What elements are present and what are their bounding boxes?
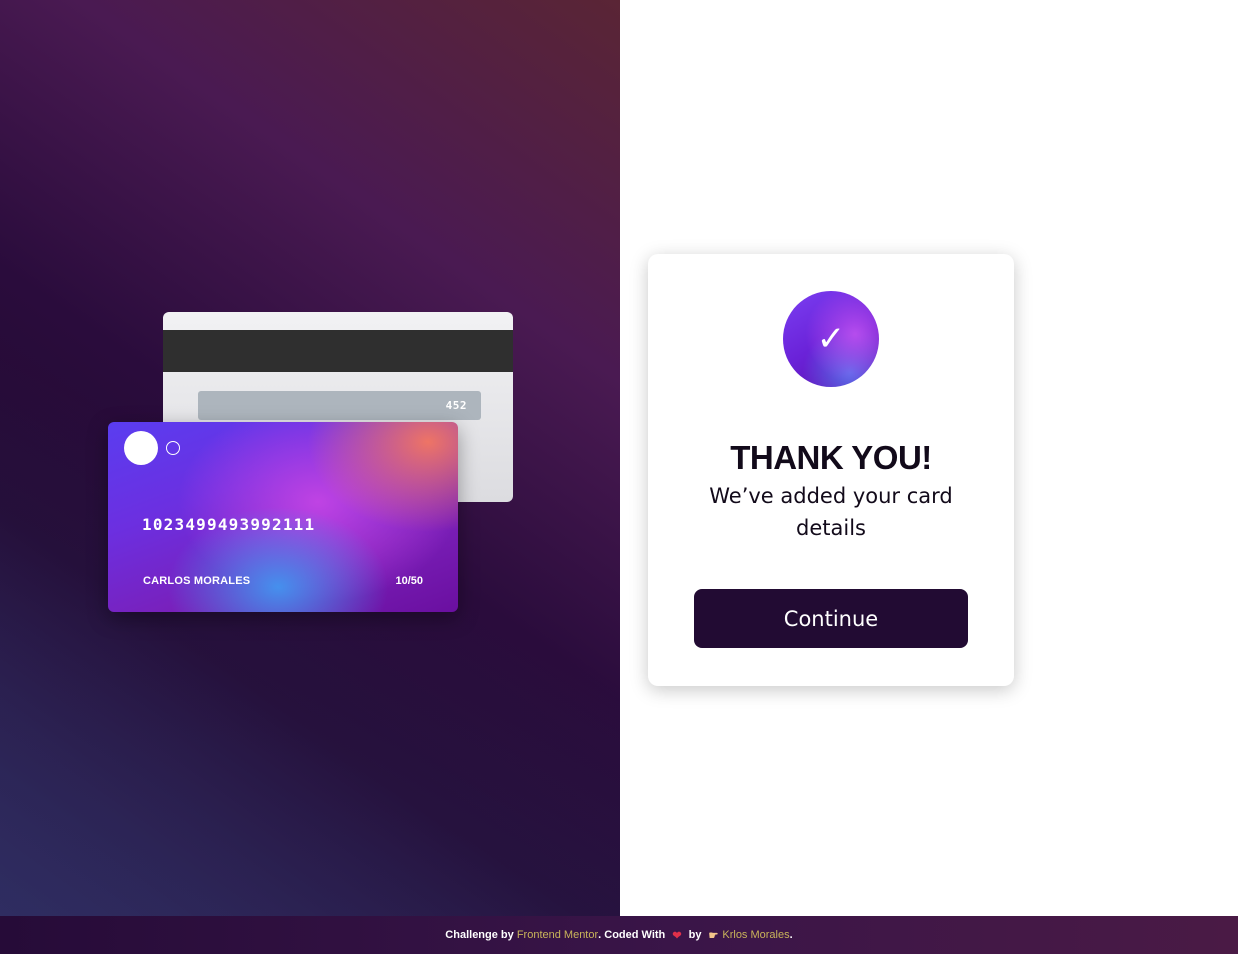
cardholder-name: CARLOS MORALES — [143, 575, 251, 587]
footer-challenge-text: Challenge by — [445, 929, 517, 941]
attribution-footer: Challenge by Frontend Mentor . Coded Wit… — [0, 916, 1238, 954]
thank-you-dialog: ✓ THANK YOU! We’ve added your card detai… — [648, 254, 1014, 686]
card-front: 1023499493992111 CARLOS MORALES 10/50 — [108, 422, 458, 612]
success-badge: ✓ — [783, 291, 879, 387]
frontend-mentor-link[interactable]: Frontend Mentor — [517, 929, 598, 941]
heart-icon: ❤ — [672, 929, 682, 942]
footer-coded-with-text: . Coded With — [598, 929, 669, 941]
author-link[interactable]: Krlos Morales — [722, 929, 789, 941]
thank-you-title: THANK YOU! — [730, 439, 932, 476]
card-number: 1023499493992111 — [142, 515, 316, 534]
card-cvc: 452 — [445, 399, 467, 412]
confirmation-message: We’ve added your card details — [709, 484, 953, 540]
footer-end-text: . — [789, 929, 793, 941]
cvc-bar: 452 — [198, 391, 481, 420]
pointing-hand-icon: ☛ — [708, 929, 719, 942]
continue-button[interactable]: Continue — [694, 589, 968, 648]
magnetic-stripe — [163, 330, 513, 372]
card-expiry: 10/50 — [395, 575, 423, 587]
footer-by-text: by — [685, 929, 705, 941]
card-logo-large-circle — [124, 431, 158, 465]
check-icon: ✓ — [816, 319, 846, 359]
card-logo-small-circle — [166, 441, 180, 455]
